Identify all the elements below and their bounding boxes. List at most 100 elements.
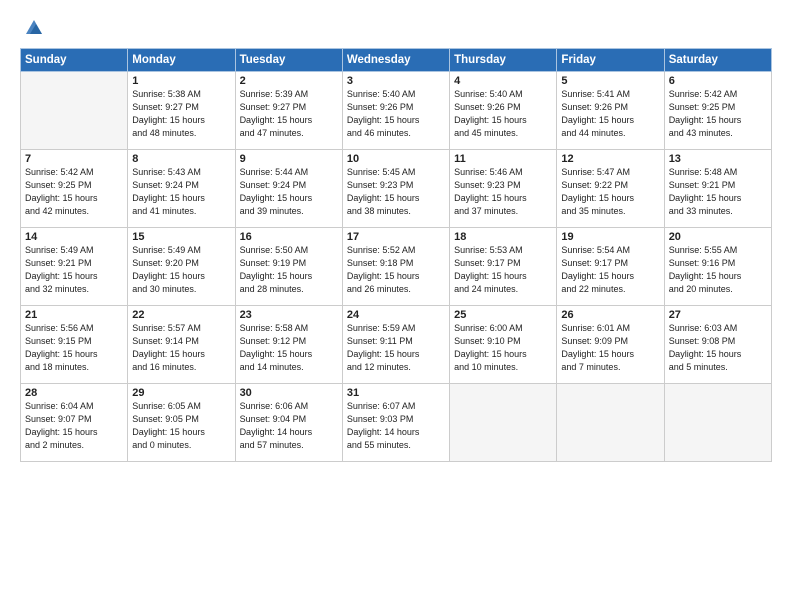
header [20, 16, 772, 38]
day-cell: 30Sunrise: 6:06 AMSunset: 9:04 PMDayligh… [235, 384, 342, 462]
day-cell: 16Sunrise: 5:50 AMSunset: 9:19 PMDayligh… [235, 228, 342, 306]
day-cell [21, 72, 128, 150]
day-number: 27 [669, 309, 767, 321]
logo [20, 16, 44, 38]
day-info: Sunrise: 5:43 AMSunset: 9:24 PMDaylight:… [132, 166, 230, 218]
day-cell: 7Sunrise: 5:42 AMSunset: 9:25 PMDaylight… [21, 150, 128, 228]
day-number: 8 [132, 153, 230, 165]
day-number: 17 [347, 231, 445, 243]
day-cell: 14Sunrise: 5:49 AMSunset: 9:21 PMDayligh… [21, 228, 128, 306]
day-cell: 15Sunrise: 5:49 AMSunset: 9:20 PMDayligh… [128, 228, 235, 306]
day-number: 1 [132, 75, 230, 87]
day-number: 12 [561, 153, 659, 165]
day-number: 14 [25, 231, 123, 243]
day-number: 25 [454, 309, 552, 321]
day-info: Sunrise: 6:07 AMSunset: 9:03 PMDaylight:… [347, 400, 445, 452]
day-info: Sunrise: 5:38 AMSunset: 9:27 PMDaylight:… [132, 88, 230, 140]
day-cell: 19Sunrise: 5:54 AMSunset: 9:17 PMDayligh… [557, 228, 664, 306]
day-info: Sunrise: 5:56 AMSunset: 9:15 PMDaylight:… [25, 322, 123, 374]
day-number: 5 [561, 75, 659, 87]
day-cell: 29Sunrise: 6:05 AMSunset: 9:05 PMDayligh… [128, 384, 235, 462]
day-number: 31 [347, 387, 445, 399]
day-number: 3 [347, 75, 445, 87]
col-header-wednesday: Wednesday [342, 49, 449, 72]
day-info: Sunrise: 5:46 AMSunset: 9:23 PMDaylight:… [454, 166, 552, 218]
col-header-thursday: Thursday [450, 49, 557, 72]
day-info: Sunrise: 6:00 AMSunset: 9:10 PMDaylight:… [454, 322, 552, 374]
day-info: Sunrise: 5:41 AMSunset: 9:26 PMDaylight:… [561, 88, 659, 140]
day-number: 4 [454, 75, 552, 87]
day-number: 20 [669, 231, 767, 243]
day-number: 22 [132, 309, 230, 321]
day-info: Sunrise: 5:42 AMSunset: 9:25 PMDaylight:… [25, 166, 123, 218]
day-number: 18 [454, 231, 552, 243]
day-info: Sunrise: 6:05 AMSunset: 9:05 PMDaylight:… [132, 400, 230, 452]
day-number: 16 [240, 231, 338, 243]
page: SundayMondayTuesdayWednesdayThursdayFrid… [0, 0, 792, 612]
day-cell: 6Sunrise: 5:42 AMSunset: 9:25 PMDaylight… [664, 72, 771, 150]
day-number: 24 [347, 309, 445, 321]
day-cell: 21Sunrise: 5:56 AMSunset: 9:15 PMDayligh… [21, 306, 128, 384]
day-cell: 25Sunrise: 6:00 AMSunset: 9:10 PMDayligh… [450, 306, 557, 384]
day-info: Sunrise: 5:54 AMSunset: 9:17 PMDaylight:… [561, 244, 659, 296]
week-row-4: 21Sunrise: 5:56 AMSunset: 9:15 PMDayligh… [21, 306, 772, 384]
calendar-table: SundayMondayTuesdayWednesdayThursdayFrid… [20, 48, 772, 462]
day-info: Sunrise: 5:49 AMSunset: 9:20 PMDaylight:… [132, 244, 230, 296]
day-cell: 9Sunrise: 5:44 AMSunset: 9:24 PMDaylight… [235, 150, 342, 228]
day-info: Sunrise: 5:48 AMSunset: 9:21 PMDaylight:… [669, 166, 767, 218]
day-info: Sunrise: 5:40 AMSunset: 9:26 PMDaylight:… [347, 88, 445, 140]
calendar-header-row: SundayMondayTuesdayWednesdayThursdayFrid… [21, 49, 772, 72]
day-number: 19 [561, 231, 659, 243]
day-info: Sunrise: 5:53 AMSunset: 9:17 PMDaylight:… [454, 244, 552, 296]
day-info: Sunrise: 5:59 AMSunset: 9:11 PMDaylight:… [347, 322, 445, 374]
day-cell: 18Sunrise: 5:53 AMSunset: 9:17 PMDayligh… [450, 228, 557, 306]
day-cell: 31Sunrise: 6:07 AMSunset: 9:03 PMDayligh… [342, 384, 449, 462]
day-info: Sunrise: 6:01 AMSunset: 9:09 PMDaylight:… [561, 322, 659, 374]
day-cell: 10Sunrise: 5:45 AMSunset: 9:23 PMDayligh… [342, 150, 449, 228]
day-info: Sunrise: 5:44 AMSunset: 9:24 PMDaylight:… [240, 166, 338, 218]
day-cell: 22Sunrise: 5:57 AMSunset: 9:14 PMDayligh… [128, 306, 235, 384]
day-cell: 4Sunrise: 5:40 AMSunset: 9:26 PMDaylight… [450, 72, 557, 150]
day-number: 29 [132, 387, 230, 399]
col-header-sunday: Sunday [21, 49, 128, 72]
day-number: 6 [669, 75, 767, 87]
day-info: Sunrise: 6:06 AMSunset: 9:04 PMDaylight:… [240, 400, 338, 452]
logo-icon [22, 16, 44, 38]
day-info: Sunrise: 5:57 AMSunset: 9:14 PMDaylight:… [132, 322, 230, 374]
day-number: 13 [669, 153, 767, 165]
day-info: Sunrise: 6:03 AMSunset: 9:08 PMDaylight:… [669, 322, 767, 374]
day-cell: 8Sunrise: 5:43 AMSunset: 9:24 PMDaylight… [128, 150, 235, 228]
day-cell: 5Sunrise: 5:41 AMSunset: 9:26 PMDaylight… [557, 72, 664, 150]
day-info: Sunrise: 5:47 AMSunset: 9:22 PMDaylight:… [561, 166, 659, 218]
day-number: 10 [347, 153, 445, 165]
day-cell [664, 384, 771, 462]
day-info: Sunrise: 5:49 AMSunset: 9:21 PMDaylight:… [25, 244, 123, 296]
day-cell: 28Sunrise: 6:04 AMSunset: 9:07 PMDayligh… [21, 384, 128, 462]
day-number: 2 [240, 75, 338, 87]
day-info: Sunrise: 5:45 AMSunset: 9:23 PMDaylight:… [347, 166, 445, 218]
day-cell: 23Sunrise: 5:58 AMSunset: 9:12 PMDayligh… [235, 306, 342, 384]
day-cell: 1Sunrise: 5:38 AMSunset: 9:27 PMDaylight… [128, 72, 235, 150]
day-number: 9 [240, 153, 338, 165]
day-number: 28 [25, 387, 123, 399]
day-info: Sunrise: 5:50 AMSunset: 9:19 PMDaylight:… [240, 244, 338, 296]
day-number: 7 [25, 153, 123, 165]
day-cell: 12Sunrise: 5:47 AMSunset: 9:22 PMDayligh… [557, 150, 664, 228]
day-cell [557, 384, 664, 462]
day-number: 26 [561, 309, 659, 321]
day-cell [450, 384, 557, 462]
day-number: 11 [454, 153, 552, 165]
day-info: Sunrise: 5:39 AMSunset: 9:27 PMDaylight:… [240, 88, 338, 140]
day-number: 15 [132, 231, 230, 243]
day-cell: 26Sunrise: 6:01 AMSunset: 9:09 PMDayligh… [557, 306, 664, 384]
col-header-saturday: Saturday [664, 49, 771, 72]
col-header-tuesday: Tuesday [235, 49, 342, 72]
day-number: 23 [240, 309, 338, 321]
day-cell: 13Sunrise: 5:48 AMSunset: 9:21 PMDayligh… [664, 150, 771, 228]
day-info: Sunrise: 5:55 AMSunset: 9:16 PMDaylight:… [669, 244, 767, 296]
day-cell: 17Sunrise: 5:52 AMSunset: 9:18 PMDayligh… [342, 228, 449, 306]
day-cell: 24Sunrise: 5:59 AMSunset: 9:11 PMDayligh… [342, 306, 449, 384]
day-cell: 20Sunrise: 5:55 AMSunset: 9:16 PMDayligh… [664, 228, 771, 306]
day-cell: 3Sunrise: 5:40 AMSunset: 9:26 PMDaylight… [342, 72, 449, 150]
week-row-3: 14Sunrise: 5:49 AMSunset: 9:21 PMDayligh… [21, 228, 772, 306]
